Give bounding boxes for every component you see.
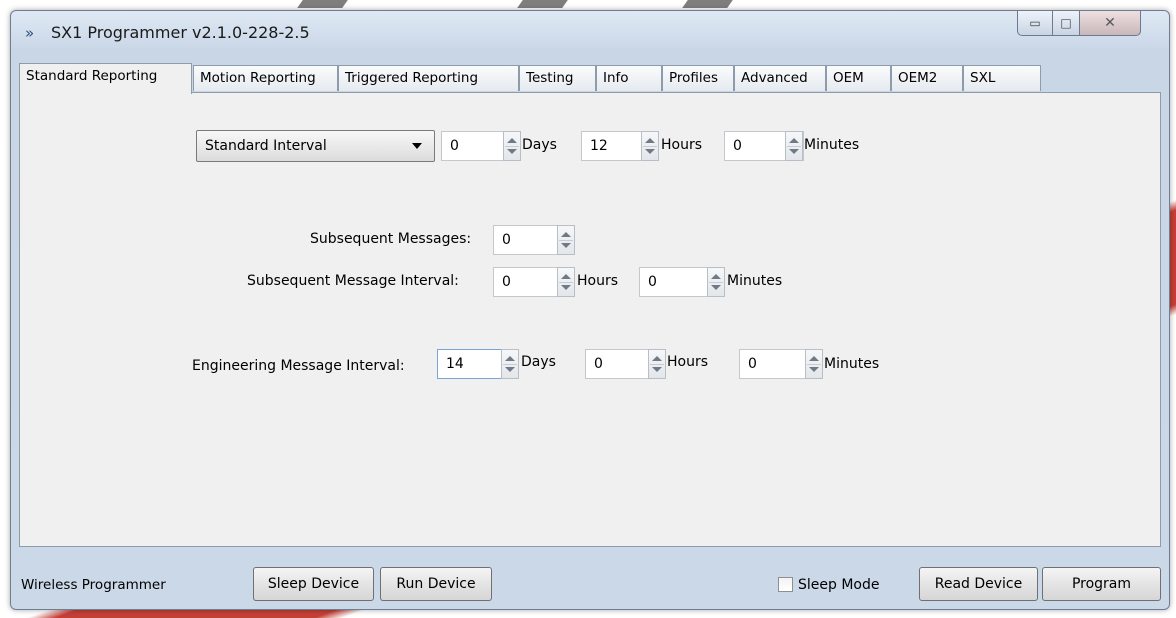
maximize-button[interactable]: □ xyxy=(1052,11,1080,36)
subsequent-hours-spinner[interactable] xyxy=(557,267,575,297)
tab-info[interactable]: Info xyxy=(596,65,662,91)
spin-up-icon xyxy=(561,232,571,237)
engineering-hours-input[interactable]: 0 xyxy=(585,349,657,379)
desktop-decoration xyxy=(517,0,568,8)
spin-down-icon xyxy=(652,367,662,372)
spin-down-icon xyxy=(645,149,655,154)
subsequent-minutes-spinner[interactable] xyxy=(707,267,725,297)
spin-down-icon xyxy=(809,367,819,372)
bottom-bar: Wireless Programmer Sleep Device Run Dev… xyxy=(11,551,1169,609)
sleep-mode-checkbox[interactable] xyxy=(778,577,793,592)
spin-up-icon xyxy=(645,138,655,143)
standard-hours-spinner[interactable] xyxy=(641,131,659,161)
spin-down-icon xyxy=(711,285,721,290)
spin-up-icon xyxy=(505,356,515,361)
spin-up-icon xyxy=(561,274,571,279)
subsequent-interval-label: Subsequent Message Interval: xyxy=(247,273,459,289)
maximize-icon: □ xyxy=(1060,16,1072,30)
subsequent-hours-label: Hours xyxy=(577,273,619,289)
engineering-days-label: Days xyxy=(521,354,556,370)
minimize-icon: ▭ xyxy=(1029,16,1041,30)
chevron-down-icon xyxy=(412,143,422,149)
tab-oem[interactable]: OEM xyxy=(826,65,891,91)
tab-motion-reporting[interactable]: Motion Reporting xyxy=(193,65,338,91)
tab-advanced[interactable]: Advanced xyxy=(734,65,826,91)
tab-profiles[interactable]: Profiles xyxy=(662,65,734,91)
spin-down-icon xyxy=(789,149,799,154)
read-device-button[interactable]: Read Device xyxy=(919,567,1038,601)
interval-type-value: Standard Interval xyxy=(205,138,327,154)
subsequent-hours-input[interactable]: 0 xyxy=(493,267,563,297)
subsequent-messages-label: Subsequent Messages: xyxy=(310,231,472,247)
sleep-device-button[interactable]: Sleep Device xyxy=(253,567,374,601)
interval-type-dropdown[interactable]: Standard Interval xyxy=(196,130,435,162)
engineering-minutes-input[interactable]: 0 xyxy=(739,349,815,379)
spin-down-icon xyxy=(561,285,571,290)
subsequent-messages-spinner[interactable] xyxy=(557,225,575,255)
spin-up-icon xyxy=(809,356,819,361)
spin-up-icon xyxy=(789,138,799,143)
tab-triggered-reporting[interactable]: Triggered Reporting xyxy=(338,65,519,91)
spin-down-icon xyxy=(561,243,571,248)
engineering-hours-label: Hours xyxy=(667,354,709,370)
app-icon: » xyxy=(25,24,35,42)
spin-down-icon xyxy=(505,367,515,372)
status-text: Wireless Programmer xyxy=(21,577,166,593)
standard-hours-label: Hours xyxy=(661,137,703,153)
window-title: SX1 Programmer v2.1.0-228-2.5 xyxy=(51,23,310,42)
run-device-button[interactable]: Run Device xyxy=(380,567,492,601)
title-bar[interactable]: » SX1 Programmer v2.1.0-228-2.5 ▭ □ ✕ xyxy=(11,11,1169,55)
engineering-days-input[interactable]: 14 xyxy=(437,349,507,379)
minimize-button[interactable]: ▭ xyxy=(1017,11,1053,36)
engineering-interval-label: Engineering Message Interval: xyxy=(192,358,405,374)
subsequent-minutes-label: Minutes xyxy=(727,273,783,289)
standard-minutes-label: Minutes xyxy=(804,137,860,153)
spin-up-icon xyxy=(711,274,721,279)
program-button[interactable]: Program xyxy=(1042,567,1161,601)
standard-days-spinner[interactable] xyxy=(503,131,521,161)
tab-oem2[interactable]: OEM2 xyxy=(891,65,963,91)
tab-testing[interactable]: Testing xyxy=(519,65,596,91)
spin-down-icon xyxy=(507,149,517,154)
engineering-minutes-label: Minutes xyxy=(824,356,880,372)
tab-standard-reporting[interactable]: Standard Reporting xyxy=(19,63,192,94)
desktop-decoration xyxy=(682,0,733,8)
standard-minutes-spinner[interactable] xyxy=(785,131,803,161)
subsequent-messages-input[interactable]: 0 xyxy=(493,225,563,255)
close-button[interactable]: ✕ xyxy=(1079,11,1141,36)
standard-days-label: Days xyxy=(522,137,557,153)
spin-up-icon xyxy=(652,356,662,361)
tab-sxl[interactable]: SXL xyxy=(963,65,1041,91)
close-icon: ✕ xyxy=(1104,15,1116,31)
spin-up-icon xyxy=(507,138,517,143)
desktop-decoration xyxy=(297,0,348,8)
engineering-days-spinner[interactable] xyxy=(501,349,519,379)
app-window: » SX1 Programmer v2.1.0-228-2.5 ▭ □ ✕ St… xyxy=(10,10,1170,610)
sleep-mode-label: Sleep Mode xyxy=(798,577,880,593)
engineering-minutes-spinner[interactable] xyxy=(805,349,823,379)
engineering-hours-spinner[interactable] xyxy=(648,349,666,379)
